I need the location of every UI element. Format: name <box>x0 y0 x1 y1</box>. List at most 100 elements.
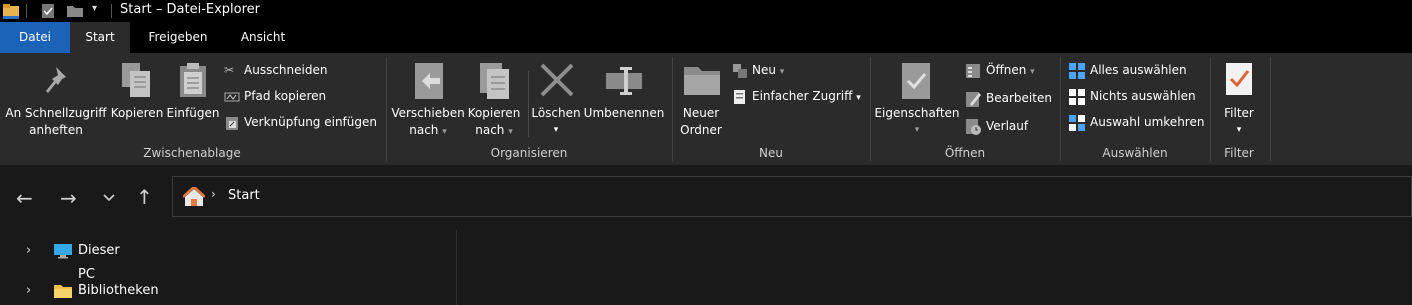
invert-selection-label: Auswahl umkehren <box>1090 115 1205 129</box>
chevron-down-icon: ▾ <box>779 67 785 77</box>
window-title: Start – Datei-Explorer <box>120 2 261 17</box>
address-bar[interactable]: › Start <box>172 176 1412 217</box>
pin-label-1: An Schnellzugriff <box>5 106 107 120</box>
chevron-down-icon: ▾ <box>442 127 447 137</box>
new-item-button[interactable]: Neu ▾ <box>732 59 784 81</box>
new-folder-button[interactable]: Neuer Ordner <box>674 105 728 139</box>
group-label-select: Auswählen <box>1102 146 1168 160</box>
rename-button[interactable]: Umbenennen <box>582 105 666 122</box>
pane-splitter[interactable] <box>456 230 457 305</box>
copy-to-icon <box>480 63 509 99</box>
paste-icon <box>180 63 206 97</box>
forward-arrow-icon[interactable]: → <box>60 186 77 210</box>
paste-shortcut-button[interactable]: Verknüpfung einfügen <box>224 111 377 133</box>
chevron-down-icon: ▾ <box>1236 125 1242 135</box>
easy-access-icon <box>734 89 745 104</box>
group-divider <box>1270 57 1271 161</box>
chevron-down-icon: ▾ <box>914 125 920 135</box>
new-folder-quick-icon[interactable] <box>66 4 84 18</box>
group-label-clipboard: Zwischenablage <box>143 146 241 160</box>
copy-button[interactable]: Kopieren <box>108 105 166 122</box>
copyto-label-2: nach <box>475 123 505 137</box>
up-arrow-icon[interactable]: ↑ <box>136 185 153 209</box>
new-item-label: Neu <box>752 63 776 77</box>
paste-shortcut-label: Verknüpfung einfügen <box>244 115 377 129</box>
edit-button[interactable]: Bearbeiten <box>964 87 1052 109</box>
paste-button[interactable]: Einfügen <box>166 105 220 122</box>
invert-selection-icon <box>1069 114 1085 131</box>
chevron-down-icon[interactable]: ▾ <box>92 3 97 14</box>
group-divider <box>1060 57 1061 161</box>
pin-icon <box>46 67 66 93</box>
group-divider <box>1210 57 1211 161</box>
back-arrow-icon[interactable]: ← <box>16 186 33 210</box>
recent-locations-chevron-icon[interactable] <box>102 193 116 203</box>
copy-to-button[interactable]: Kopieren nach ▾ <box>462 105 526 141</box>
breadcrumb-start[interactable]: Start <box>228 188 260 203</box>
group-label-open: Öffnen <box>944 146 986 160</box>
move-to-icon <box>415 63 443 99</box>
select-none-button[interactable]: Nichts auswählen <box>1068 85 1196 107</box>
tab-freigeben[interactable]: Freigeben <box>134 22 222 53</box>
tab-datei[interactable]: Datei <box>0 22 70 53</box>
group-label-new: Neu <box>759 146 783 160</box>
delete-label: Löschen <box>531 106 581 120</box>
chevron-down-icon: ▾ <box>856 93 861 103</box>
group-divider <box>672 57 673 161</box>
chevron-down-icon: ▾ <box>553 125 559 135</box>
properties-label: Eigenschaften <box>874 106 960 120</box>
select-none-label: Nichts auswählen <box>1090 89 1196 103</box>
copy-path-button[interactable]: Pfad kopieren <box>224 85 326 107</box>
open-label: Öffnen <box>986 63 1027 77</box>
rename-icon <box>606 67 642 95</box>
copyto-label-1: Kopieren <box>467 106 521 120</box>
delete-x-icon <box>540 63 574 97</box>
folder-label-1: Neuer <box>682 106 720 120</box>
history-button[interactable]: Verlauf <box>964 115 1028 137</box>
chevron-down-icon: ▾ <box>1030 67 1035 77</box>
easy-access-button[interactable]: Einfacher Zugriff ▾ <box>732 85 861 107</box>
select-none-icon <box>1069 88 1085 105</box>
open-button[interactable]: Öffnen ▾ <box>964 59 1035 81</box>
pin-quick-access-button[interactable]: An Schnellzugriff anheften <box>4 105 108 139</box>
open-icon <box>966 63 980 78</box>
move-label-1: Verschieben <box>391 106 465 120</box>
group-label-filter: Filter <box>1224 146 1254 160</box>
invert-selection-button[interactable]: Auswahl umkehren <box>1068 111 1204 133</box>
properties-button[interactable]: Eigenschaften ▾ <box>874 105 960 139</box>
ribbon: An Schnellzugriff anheften Kopieren Einf… <box>0 53 1412 165</box>
paste-shortcut-icon <box>226 116 238 130</box>
computer-icon <box>54 244 72 259</box>
folder-app-icon <box>3 4 19 19</box>
delete-button[interactable]: Löschen ▾ <box>528 105 584 139</box>
history-icon <box>966 118 981 135</box>
group-divider <box>870 57 871 161</box>
copy-path-icon <box>224 92 240 101</box>
select-all-icon <box>1069 62 1085 79</box>
select-all-button[interactable]: Alles auswählen <box>1068 59 1187 81</box>
tab-ansicht[interactable]: Ansicht <box>226 22 300 53</box>
ribbon-tabs: Datei Start Freigeben Ansicht <box>0 22 1412 53</box>
group-label-organize: Organisieren <box>490 146 568 160</box>
title-bar: ▾ Start – Datei-Explorer <box>0 0 1412 22</box>
history-label: Verlauf <box>986 119 1029 133</box>
move-to-button[interactable]: Verschieben nach ▾ <box>390 105 466 141</box>
home-icon <box>183 187 205 206</box>
library-folder-icon <box>54 285 72 298</box>
filter-button[interactable]: Filter ▾ <box>1212 105 1266 139</box>
properties-quick-icon[interactable] <box>40 3 56 19</box>
tab-start[interactable]: Start <box>70 22 130 53</box>
tree-label: Bibliotheken <box>78 283 159 298</box>
expand-chevron-icon[interactable]: › <box>26 279 31 303</box>
filter-icon <box>1226 63 1252 95</box>
breadcrumb-separator-icon: › <box>211 187 216 201</box>
easy-access-label: Einfacher Zugriff <box>752 89 853 103</box>
cut-button[interactable]: ✂ Ausschneiden <box>224 59 327 81</box>
select-all-label: Alles auswählen <box>1090 63 1187 77</box>
folder-label-2: Ordner <box>680 123 722 137</box>
expand-chevron-icon[interactable]: › <box>26 239 31 263</box>
edit-icon <box>966 91 981 107</box>
pin-label-2: anheften <box>29 123 83 137</box>
new-folder-icon <box>684 67 720 95</box>
group-divider <box>386 57 387 161</box>
